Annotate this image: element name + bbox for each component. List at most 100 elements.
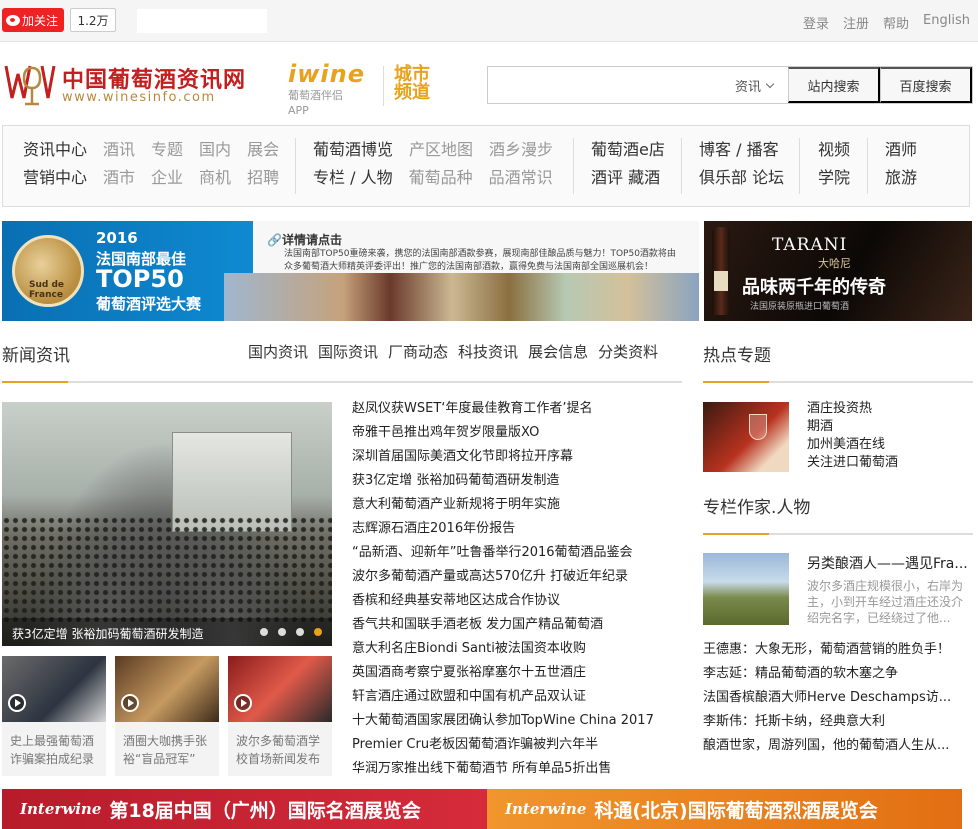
- column-feature-title[interactable]: 另类酿酒人——遇见Fra...: [807, 553, 972, 573]
- tab-tech-news[interactable]: 科技资讯: [458, 341, 518, 362]
- news-item[interactable]: 深圳首届国际美酒文化节即将拉开序幕: [352, 449, 573, 464]
- weibo-icon: [6, 14, 20, 26]
- nav-business[interactable]: 商机: [199, 168, 231, 187]
- news-item[interactable]: 意大利葡萄酒产业新规将于明年实施: [352, 497, 560, 512]
- news-item[interactable]: 十大葡萄酒国家展团确认参加TopWine China 2017: [352, 713, 654, 728]
- help-link[interactable]: 帮助: [883, 13, 909, 32]
- hot-topic-image[interactable]: [703, 402, 789, 472]
- banner-detail-link[interactable]: 🔗详情请点击: [267, 231, 342, 248]
- tab-domestic-news[interactable]: 国内资讯: [248, 341, 308, 362]
- nav-video[interactable]: 视频: [818, 140, 850, 159]
- nav-divider: [799, 138, 800, 194]
- nav-wine-travel[interactable]: 酒乡漫步: [489, 140, 553, 159]
- nav-tasting-tips[interactable]: 品酒常识: [489, 168, 553, 187]
- slide-dot[interactable]: [260, 628, 268, 636]
- video-item[interactable]: 史上最强葡萄酒诈骗案拍成纪录: [2, 656, 106, 776]
- nav-enterprise[interactable]: 企业: [151, 168, 183, 187]
- bottom-banner: Interwine 第18届中国（广州）国际名酒展览会 Interwine 科通…: [2, 789, 962, 829]
- column-list: 王德惠：大象无形，葡萄酒营销的胜负手！ 李志延：精品葡萄酒的软木塞之争 法国香槟…: [703, 638, 973, 758]
- tab-category-data[interactable]: 分类资料: [598, 341, 658, 362]
- nav-wine-eshop[interactable]: 葡萄酒e店: [591, 140, 665, 159]
- search-input[interactable]: [488, 67, 718, 103]
- nav-domestic[interactable]: 国内: [199, 140, 231, 159]
- nav-columns-people[interactable]: 专栏 / 人物: [313, 168, 393, 187]
- news-item[interactable]: 赵凤仪获WSET‘年度最佳教育工作者’提名: [352, 401, 593, 416]
- news-item[interactable]: 香气共和国联手酒老板 发力国产精品葡萄酒: [352, 617, 603, 632]
- tab-international-news[interactable]: 国际资讯: [318, 341, 378, 362]
- video-item[interactable]: 波尔多葡萄酒学校首场新闻发布: [228, 656, 332, 776]
- news-item[interactable]: Premier Cru老板因葡萄酒诈骗被判六年半: [352, 737, 598, 752]
- column-item[interactable]: 法国香槟酿酒大师Herve Deschamps访...: [703, 690, 951, 705]
- tab-expo-info[interactable]: 展会信息: [528, 341, 588, 362]
- column-feature-image[interactable]: [703, 553, 789, 625]
- video-list: 史上最强葡萄酒诈骗案拍成纪录 酒圈大咖携手张裕“盲品冠军” 波尔多葡萄酒学校首场…: [2, 656, 332, 776]
- nav-sommelier[interactable]: 酒师: [885, 140, 917, 159]
- hot-topic-link[interactable]: 加州美酒在线: [807, 437, 885, 452]
- column-item[interactable]: 李斯伟：托斯卡纳，经典意大利: [703, 714, 885, 729]
- nav-region-map[interactable]: 产区地图: [409, 140, 473, 159]
- guangzhou-expo-banner[interactable]: Interwine 第18届中国（广州）国际名酒展览会: [2, 789, 487, 829]
- nav-club-forum[interactable]: 俱乐部 论坛: [699, 168, 784, 187]
- slide-dot[interactable]: [278, 628, 286, 636]
- column-feature-desc: 波尔多酒庄规模很小，右岸为主，小到开车经过酒庄还没介绍完名字，已经绕过了他...: [807, 579, 964, 625]
- video-thumbnail: [2, 656, 106, 722]
- news-item[interactable]: 香槟和经典基安蒂地区达成合作协议: [352, 593, 560, 608]
- hot-topic-link[interactable]: 关注进口葡萄酒: [807, 455, 898, 470]
- column-item[interactable]: 王德惠：大象无形，葡萄酒营销的胜负手！: [703, 642, 950, 657]
- tarani-brand-cn: 大哈尼: [818, 257, 851, 270]
- news-item[interactable]: 获3亿定增 张裕加码葡萄酒研发制造: [352, 473, 559, 488]
- banner-photo-strip: [224, 273, 699, 321]
- news-item[interactable]: 英国酒商考察宁夏张裕摩塞尔十五世酒庄: [352, 665, 586, 680]
- column-item[interactable]: 酿酒世家，周游列国，他的葡萄酒人生从...: [703, 738, 949, 753]
- column-item[interactable]: 李志延：精品葡萄酒的软木塞之争: [703, 666, 898, 681]
- nav-news[interactable]: 酒讯: [103, 140, 135, 159]
- slide-dot[interactable]: [296, 628, 304, 636]
- hot-topic-link[interactable]: 期酒: [807, 419, 833, 434]
- news-item[interactable]: 帝雅干邑推出鸡年贺岁限量版XO: [352, 425, 539, 440]
- nav-group-info: 资讯中心 酒讯 专题 国内 展会 营销中心 酒市 企业 商机 招聘: [23, 136, 295, 192]
- login-link[interactable]: 登录: [803, 13, 829, 32]
- nav-divider: [681, 138, 682, 194]
- nav-review-collect[interactable]: 酒评 藏酒: [591, 168, 660, 187]
- nav-travel[interactable]: 旅游: [885, 168, 917, 187]
- nav-info-center[interactable]: 资讯中心: [23, 140, 87, 159]
- badge-text: Sud de France: [29, 280, 65, 300]
- news-item[interactable]: “品新酒、迎新年”吐鲁番举行2016葡萄酒品鉴会: [352, 545, 633, 560]
- nav-marketing-center[interactable]: 营销中心: [23, 168, 87, 187]
- baidu-search-button[interactable]: 百度搜索: [880, 67, 972, 103]
- beijing-expo-banner[interactable]: Interwine 科通(北京)国际葡萄酒烈酒展览会: [487, 789, 962, 829]
- news-item[interactable]: 意大利名庄Biondi Santi被法国资本收购: [352, 641, 586, 656]
- nav-academy[interactable]: 学院: [818, 168, 850, 187]
- news-item[interactable]: 轩言酒庄通过欧盟和中国有机产品双认证: [352, 689, 586, 704]
- featured-slide[interactable]: 获3亿定增 张裕加码葡萄酒研发制造: [2, 402, 332, 646]
- video-title: 酒圈大咖携手张裕“盲品冠军”: [123, 734, 208, 766]
- news-item[interactable]: 华润万家推出线下葡萄酒节 所有单品5折出售: [352, 761, 611, 776]
- video-item[interactable]: 酒圈大咖携手张裕“盲品冠军”: [115, 656, 219, 776]
- nav-grape-varieties[interactable]: 葡萄品种: [409, 168, 473, 187]
- nav-expo[interactable]: 展会: [247, 140, 279, 159]
- news-item[interactable]: 志辉源石酒庄2016年份报告: [352, 521, 515, 536]
- interwine-logo: Interwine: [505, 800, 587, 818]
- iwine-app-link[interactable]: iwine 葡萄酒伴侣 APP: [288, 60, 378, 120]
- nav-topics[interactable]: 专题: [151, 140, 183, 159]
- nav-wine-expo[interactable]: 葡萄酒博览: [313, 140, 393, 159]
- nav-group-video: 视频 学院: [818, 136, 866, 192]
- hot-topic-link[interactable]: 酒庄投资热: [807, 401, 872, 416]
- register-link[interactable]: 注册: [843, 13, 869, 32]
- top50-banner[interactable]: Sud de France 2016 法国南部最佳 TOP50 葡萄酒评选大赛 …: [2, 221, 699, 321]
- city-channel-link[interactable]: 城市 频道: [383, 66, 441, 106]
- site-search-button[interactable]: 站内搜索: [788, 67, 880, 103]
- weibo-follow-button[interactable]: 加关注: [2, 8, 64, 32]
- tarani-banner[interactable]: TARANI 大哈尼 品味两千年的传奇 法国原装原瓶进口葡萄酒: [704, 221, 972, 321]
- news-item[interactable]: 波尔多葡萄酒产量或高达570亿升 打破近年纪录: [352, 569, 628, 584]
- english-link[interactable]: English: [923, 13, 970, 32]
- news-list: 赵凤仪获WSET‘年度最佳教育工作者’提名 帝雅干邑推出鸡年贺岁限量版XO 深圳…: [352, 397, 682, 781]
- site-logo[interactable]: 中国葡萄酒资讯网 www.winesinfo.com: [2, 58, 245, 110]
- nav-market[interactable]: 酒市: [103, 168, 135, 187]
- search-category-select[interactable]: 资讯: [720, 67, 788, 103]
- nav-blog-podcast[interactable]: 博客 / 播客: [699, 140, 779, 159]
- nav-jobs[interactable]: 招聘: [247, 168, 279, 187]
- nav-divider: [573, 138, 574, 194]
- tab-vendor-news[interactable]: 厂商动态: [388, 341, 448, 362]
- slide-dot-active[interactable]: [314, 628, 322, 636]
